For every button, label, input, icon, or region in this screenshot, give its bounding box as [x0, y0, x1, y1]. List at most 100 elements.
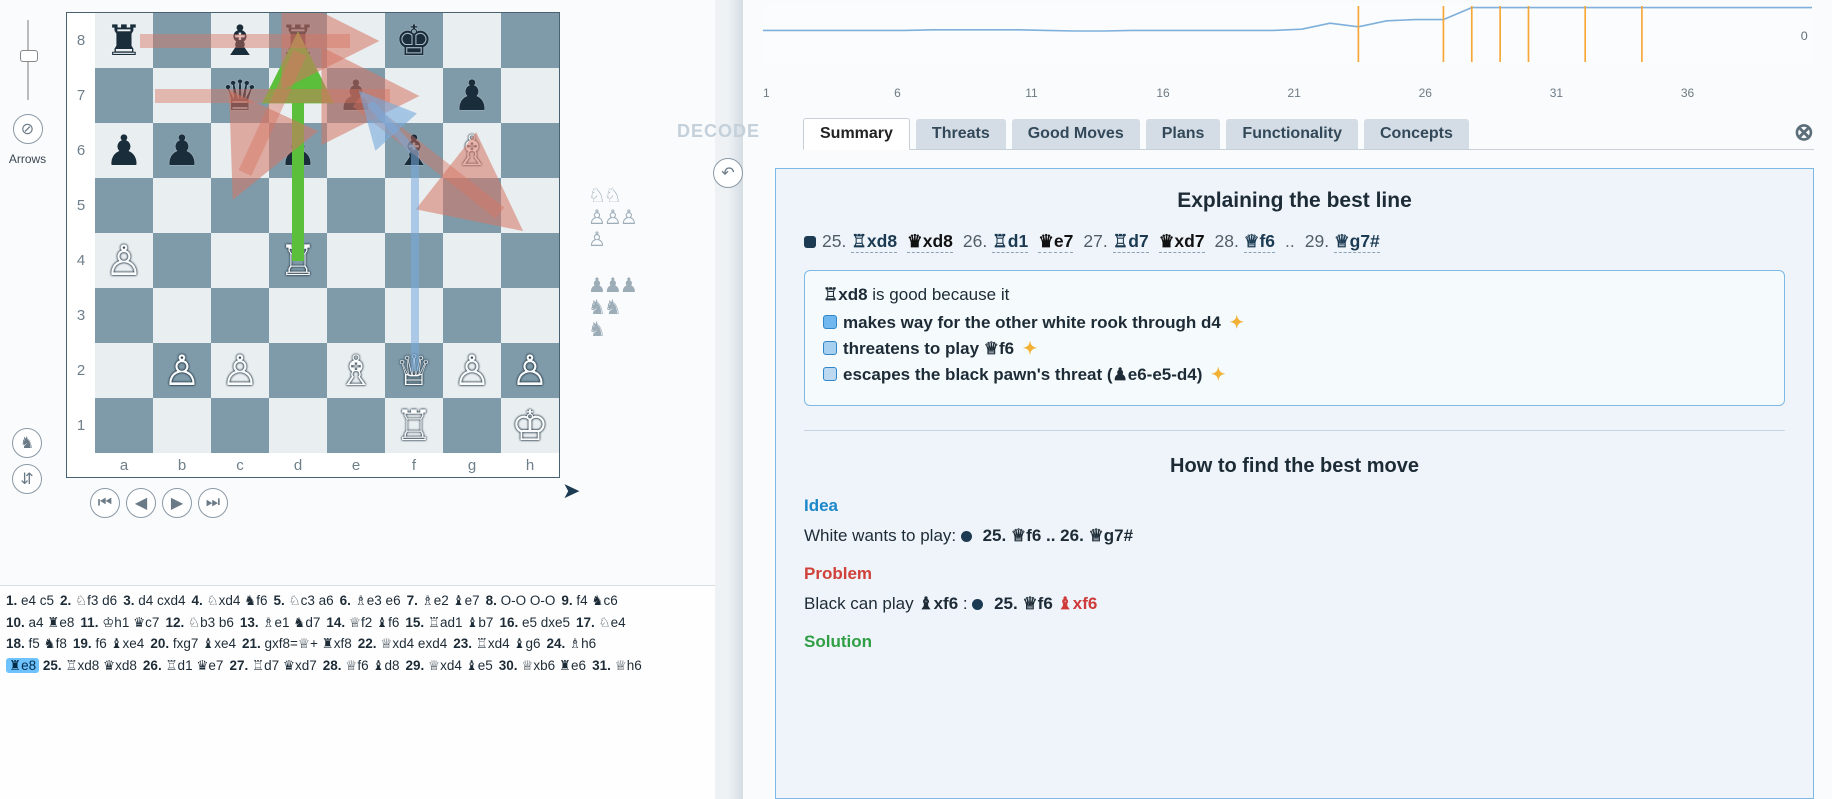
move-list[interactable]: 1. e4 c5 2. ♘f3 d6 3. d4 cxd4 4. ♘xd4 ♞f6 5.… — [0, 585, 715, 799]
move-entry[interactable]: 22. ♕xd4 exd4 — [358, 636, 447, 651]
move-entry[interactable]: 12. ♘b3 b6 — [165, 615, 233, 630]
line-ply[interactable]: ♛xd8 — [907, 231, 953, 252]
move-entry[interactable]: 26. ♖d1 ♛e7 — [143, 658, 224, 673]
square-c5[interactable] — [211, 178, 269, 233]
move-entry[interactable]: 7. ♗e2 ♝e7 — [407, 593, 480, 608]
line-ply[interactable]: ♛e7 — [1038, 231, 1073, 252]
square-b5[interactable] — [153, 178, 211, 233]
move-entry[interactable]: 5. ♘c3 a6 — [274, 593, 334, 608]
eval-chart[interactable]: 0 — [743, 0, 1832, 84]
move-entry[interactable]: 4. ♘xd4 ♞f6 — [192, 593, 268, 608]
move-entry[interactable]: 14. ♕f2 ♝f6 — [326, 615, 399, 630]
square-b2[interactable]: ♙ — [153, 343, 211, 398]
square-a5[interactable] — [95, 178, 153, 233]
square-d4[interactable]: ♖ — [269, 233, 327, 288]
square-f6[interactable]: ♝ — [385, 123, 443, 178]
move-entry[interactable]: 19. f6 ♝xe4 — [73, 636, 144, 651]
undo-icon[interactable]: ↶ — [713, 158, 743, 188]
line-ply[interactable]: ♛xd7 — [1159, 231, 1205, 252]
tab-functionality[interactable]: Functionality — [1226, 119, 1358, 149]
square-a7[interactable] — [95, 68, 153, 123]
nav-last-button[interactable]: ⏭ — [198, 488, 228, 518]
square-b3[interactable] — [153, 288, 211, 343]
square-e4[interactable] — [327, 233, 385, 288]
square-a1[interactable] — [95, 398, 153, 453]
square-h3[interactable] — [501, 288, 559, 343]
square-d1[interactable] — [269, 398, 327, 453]
square-h7[interactable] — [501, 68, 559, 123]
line-ply[interactable]: 25. ♖xd8 — [822, 231, 897, 252]
square-g6[interactable]: ♗ — [443, 123, 501, 178]
square-c7[interactable]: ♛ — [211, 68, 269, 123]
square-d2[interactable] — [269, 343, 327, 398]
square-b8[interactable] — [153, 13, 211, 68]
line-ply[interactable]: .. — [1285, 231, 1295, 252]
current-move[interactable]: ♜e8 — [6, 658, 39, 673]
line-ply[interactable]: 26. ♖d1 — [963, 231, 1028, 252]
square-e3[interactable] — [327, 288, 385, 343]
square-a3[interactable] — [95, 288, 153, 343]
square-f4[interactable] — [385, 233, 443, 288]
square-e8[interactable] — [327, 13, 385, 68]
arrow-opacity-slider[interactable] — [24, 20, 32, 100]
move-entry[interactable]: 20. fxg7 ♝xe4 — [150, 636, 236, 651]
tab-concepts[interactable]: Concepts — [1364, 119, 1469, 149]
reason-item[interactable]: makes way for the other white rook throu… — [823, 313, 1766, 333]
square-f7[interactable] — [385, 68, 443, 123]
square-a2[interactable] — [95, 343, 153, 398]
move-entry[interactable]: 15. ♖ad1 ♝b7 — [405, 615, 493, 630]
square-b6[interactable]: ♟ — [153, 123, 211, 178]
square-g5[interactable] — [443, 178, 501, 233]
square-d3[interactable] — [269, 288, 327, 343]
move-entry[interactable]: 17. ♘e4 — [576, 615, 626, 630]
chess-board[interactable]: 8♜♝♜♚7♛♟♟6♟♟♟♝♗54♙♖32♙♙♗♕♙♙1♖♔ abcdefgh — [66, 12, 560, 478]
square-f5[interactable] — [385, 178, 443, 233]
square-e7[interactable]: ♟ — [327, 68, 385, 123]
move-entry[interactable]: 10. a4 ♜e8 — [6, 615, 74, 630]
square-b1[interactable] — [153, 398, 211, 453]
move-entry[interactable]: 24. ♗h6 — [547, 636, 597, 651]
square-g8[interactable] — [443, 13, 501, 68]
square-h2[interactable]: ♙ — [501, 343, 559, 398]
tab-plans[interactable]: Plans — [1146, 119, 1221, 149]
square-g1[interactable] — [443, 398, 501, 453]
square-e2[interactable]: ♗ — [327, 343, 385, 398]
move-entry[interactable]: 8. O-O O-O — [486, 593, 556, 608]
square-c1[interactable] — [211, 398, 269, 453]
square-a6[interactable]: ♟ — [95, 123, 153, 178]
move-entry[interactable]: 21. gxf8=♕+ ♜xf8 — [242, 636, 352, 651]
square-e6[interactable] — [327, 123, 385, 178]
move-entry[interactable]: 29. ♕xd4 ♝e5 — [406, 658, 493, 673]
line-ply[interactable]: 27. ♖d7 — [1083, 231, 1148, 252]
square-c3[interactable] — [211, 288, 269, 343]
move-entry[interactable]: 28. ♕f6 ♝d8 — [323, 658, 400, 673]
square-f1[interactable]: ♖ — [385, 398, 443, 453]
move-entry[interactable]: 11. ♔h1 ♛c7 — [80, 615, 159, 630]
move-entry[interactable]: 6. ♗e3 e6 — [340, 593, 401, 608]
move-entry[interactable]: 3. d4 cxd4 — [123, 593, 185, 608]
square-e1[interactable] — [327, 398, 385, 453]
square-f8[interactable]: ♚ — [385, 13, 443, 68]
square-d8[interactable]: ♜ — [269, 13, 327, 68]
square-c6[interactable] — [211, 123, 269, 178]
reason-item[interactable]: threatens to play ♕f6 ✦ — [823, 339, 1766, 359]
square-g2[interactable]: ♙ — [443, 343, 501, 398]
square-h8[interactable] — [501, 13, 559, 68]
move-entry[interactable]: 23. ♖xd4 ♝g6 — [453, 636, 540, 651]
square-e5[interactable] — [327, 178, 385, 233]
square-h4[interactable] — [501, 233, 559, 288]
square-d5[interactable] — [269, 178, 327, 233]
square-f2[interactable]: ♕ — [385, 343, 443, 398]
move-entry[interactable]: 13. ♗e1 ♞d7 — [240, 615, 321, 630]
pieces-icon[interactable]: ♞ — [12, 428, 42, 458]
square-c8[interactable]: ♝ — [211, 13, 269, 68]
move-entry[interactable]: 1. e4 c5 — [6, 593, 54, 608]
square-h5[interactable] — [501, 178, 559, 233]
line-ply[interactable]: 28. ♕f6 — [1215, 231, 1275, 252]
square-d6[interactable]: ♟ — [269, 123, 327, 178]
move-entry[interactable]: 2. ♘f3 d6 — [60, 593, 117, 608]
tab-threats[interactable]: Threats — [916, 119, 1006, 149]
square-a4[interactable]: ♙ — [95, 233, 153, 288]
square-c2[interactable]: ♙ — [211, 343, 269, 398]
square-g4[interactable] — [443, 233, 501, 288]
